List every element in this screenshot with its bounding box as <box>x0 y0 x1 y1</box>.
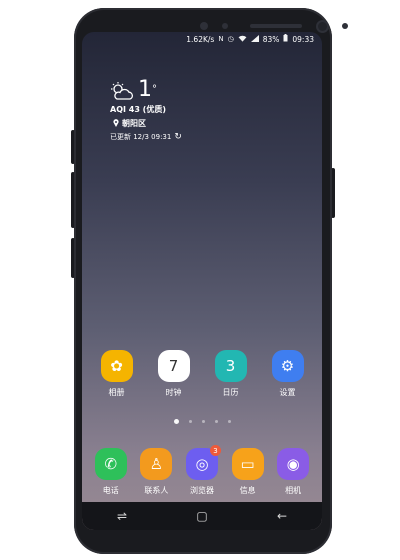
status-bar: 1.62K/s N ◷ 83% 09:33 <box>82 32 322 46</box>
app-label: 电话 <box>102 486 119 495</box>
app-label: 联系人 <box>144 486 169 495</box>
app-browser-planet[interactable]: ◎ 3 浏览器 <box>179 445 225 496</box>
home-button[interactable]: ▢ <box>182 505 222 527</box>
updated-row: 已更新 12/3 09:31 ↻ <box>110 132 182 142</box>
aqi-text: AQI 43 (优质) <box>110 105 166 114</box>
dock: ✆ 电话 ♙ 联系人 ◎ 3 浏览器 ▭ 信息 ◉ 相机 <box>82 445 322 496</box>
navigation-bar: ⇌ ▢ ← <box>82 502 322 530</box>
app-contacts[interactable]: ♙ 联系人 <box>134 448 180 496</box>
location: 朝阳区 <box>110 118 182 129</box>
home-screen: 1.62K/s N ◷ 83% 09:33 1° AQI 43 (优质) 朝阳区… <box>82 32 322 530</box>
clock-icon: 7 <box>157 350 190 382</box>
app-message[interactable]: ▭ 信息 <box>225 448 271 496</box>
app-label: 浏览器 <box>189 486 214 495</box>
net-speed: 1.62K/s <box>186 34 215 44</box>
camera-icon: ◉ <box>277 448 310 480</box>
app-label: 日历 <box>222 388 239 397</box>
gallery-flower-icon: ✿ <box>100 350 133 382</box>
battery-icon <box>283 34 288 44</box>
updated-time: 已更新 12/3 09:31 <box>110 133 172 141</box>
refresh-icon[interactable]: ↻ <box>174 132 182 142</box>
signal-4g-icon <box>250 34 259 44</box>
cloud-sun-icon <box>110 82 134 102</box>
recents-button[interactable]: ⇌ <box>102 505 142 527</box>
app-glyph: ◉ <box>286 455 300 473</box>
wifi-icon <box>238 35 247 44</box>
app-glyph: ◎ <box>195 455 209 473</box>
phone-icon: ✆ <box>94 448 127 480</box>
app-clock[interactable]: 7 时钟 <box>150 350 198 398</box>
recents-icon: ⇌ <box>116 509 128 523</box>
app-camera[interactable]: ◉ 相机 <box>270 448 316 496</box>
app-label: 设置 <box>279 388 296 397</box>
back-icon: ← <box>276 509 288 523</box>
location-label: 朝阳区 <box>122 119 146 128</box>
page-dot[interactable] <box>214 420 218 423</box>
proximity-sensor <box>200 22 208 30</box>
page-dot[interactable] <box>227 420 231 423</box>
weather-widget[interactable]: 1° AQI 43 (优质) 朝阳区 已更新 12/3 09:31 ↻ <box>110 78 182 142</box>
gear-icon: ⚙ <box>271 350 304 382</box>
message-icon: ▭ <box>231 448 264 480</box>
browser-planet-icon: ◎ 3 <box>185 445 221 480</box>
page-dot[interactable] <box>201 420 205 423</box>
page-indicator[interactable] <box>82 419 322 424</box>
location-pin-icon <box>113 119 119 127</box>
app-gear[interactable]: ⚙ 设置 <box>264 350 312 398</box>
app-glyph: ▭ <box>240 455 255 473</box>
contacts-icon: ♙ <box>140 448 173 480</box>
app-phone[interactable]: ✆ 电话 <box>88 448 134 496</box>
app-label: 相册 <box>108 388 125 397</box>
clock-time: 09:33 <box>292 34 314 44</box>
back-button[interactable]: ← <box>262 505 302 527</box>
notification-badge: 3 <box>209 445 221 456</box>
app-label: 相机 <box>285 486 302 495</box>
light-sensor <box>222 23 228 29</box>
page-dot[interactable] <box>188 420 192 423</box>
app-glyph: 3 <box>225 357 236 375</box>
app-glyph: ♙ <box>149 455 164 473</box>
battery-percent: 83% <box>262 34 280 44</box>
app-glyph: 7 <box>168 357 179 375</box>
app-label: 信息 <box>239 486 256 495</box>
earpiece-speaker <box>250 24 302 28</box>
app-glyph: ✿ <box>110 357 123 375</box>
app-glyph: ✆ <box>104 455 118 473</box>
home-icon: ▢ <box>196 509 208 523</box>
front-camera <box>318 22 327 31</box>
app-label: 时钟 <box>165 388 182 397</box>
app-gallery-flower[interactable]: ✿ 相册 <box>93 350 141 398</box>
app-calendar[interactable]: 3 日历 <box>207 350 255 398</box>
calendar-icon: 3 <box>214 350 247 382</box>
iris-scanner <box>342 23 348 29</box>
home-app-row: ✿ 相册 7 时钟 3 日历 ⚙ 设置 <box>82 350 322 398</box>
nfc-icon: N <box>218 35 224 43</box>
page-dot[interactable] <box>173 419 179 424</box>
app-glyph: ⚙ <box>280 357 295 375</box>
alarm-icon: ◷ <box>227 35 234 43</box>
temperature: 1° <box>138 77 157 102</box>
